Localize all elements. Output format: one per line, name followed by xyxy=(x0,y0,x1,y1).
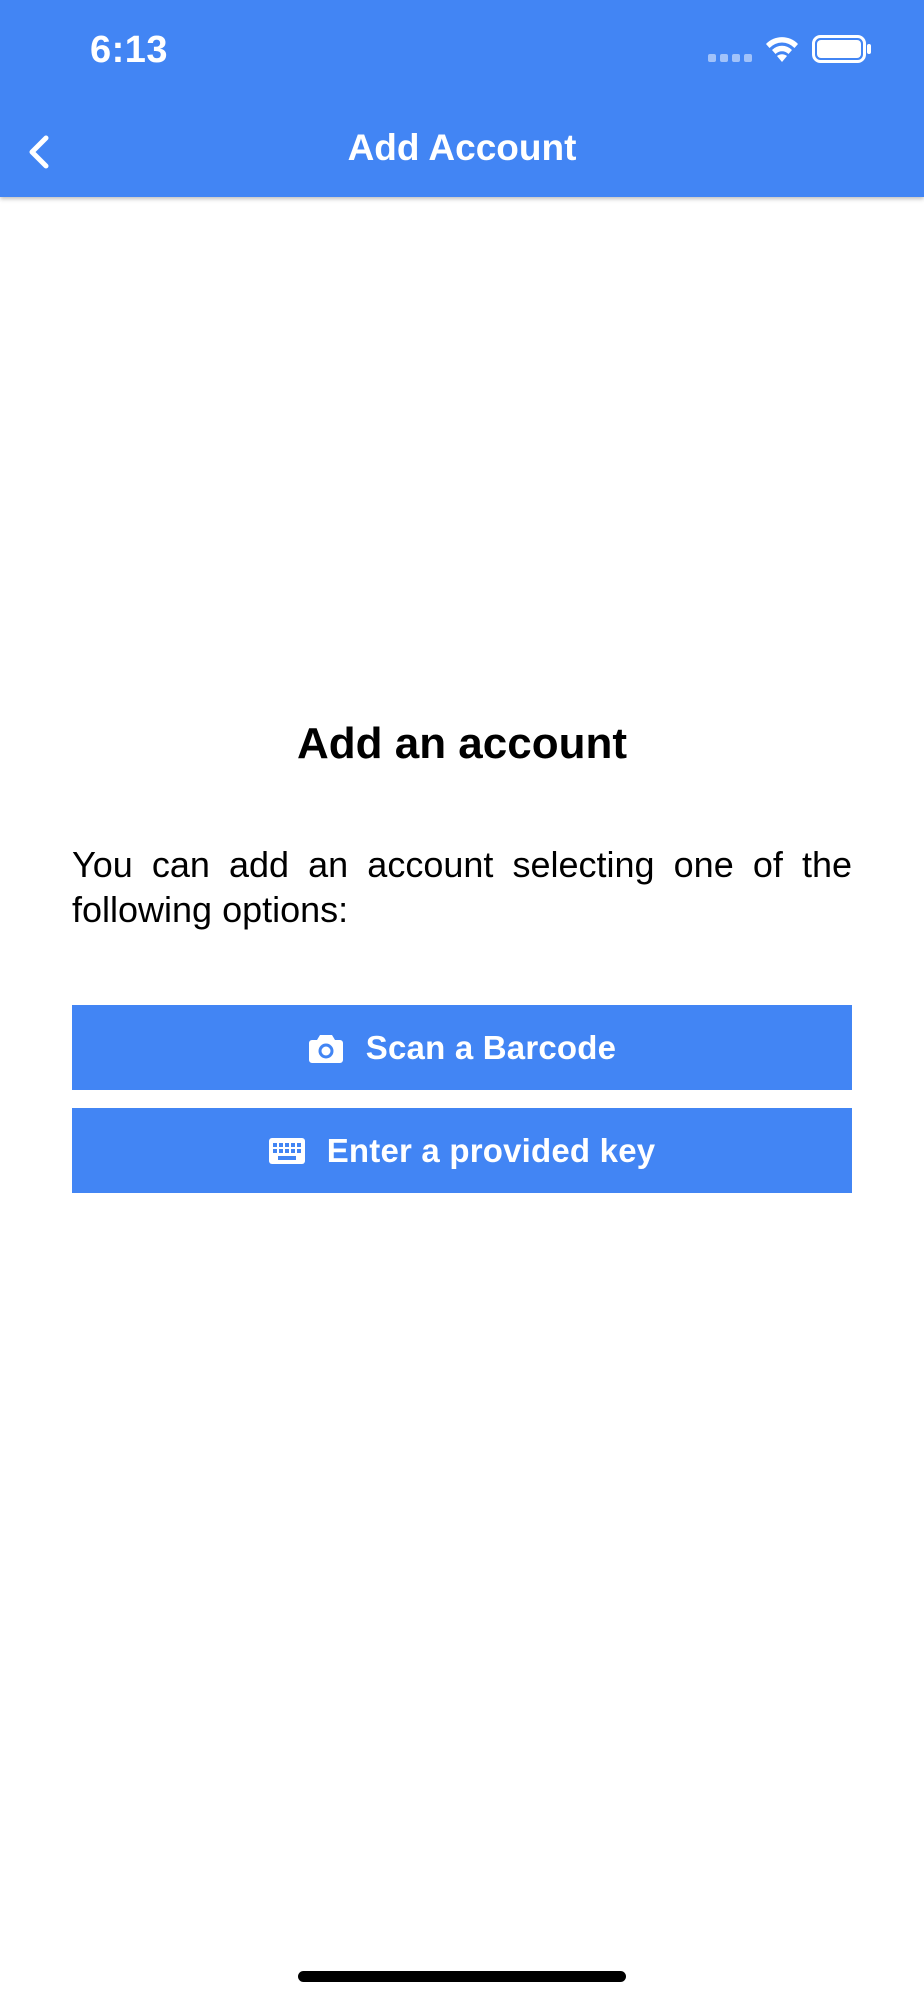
page-title: Add Account xyxy=(347,127,577,168)
battery-icon xyxy=(812,35,871,63)
keyboard-icon xyxy=(268,1137,305,1164)
section-title: Add an account xyxy=(296,719,628,768)
scan-barcode-label: Scan a Barcode xyxy=(365,1028,617,1066)
enter-key-label: Enter a provided key xyxy=(326,1131,656,1169)
status-time: 6:13 xyxy=(90,29,169,71)
cellular-signal-icon xyxy=(708,54,752,62)
instructions-text: You can add an account selecting one of … xyxy=(72,844,852,930)
scan-barcode-button[interactable]: Scan a Barcode xyxy=(72,1005,852,1090)
home-indicator xyxy=(298,1971,626,1982)
app-header: 6:13 Add Account xyxy=(0,0,924,197)
wifi-icon xyxy=(766,37,798,62)
enter-key-button[interactable]: Enter a provided key xyxy=(72,1108,852,1193)
camera-icon xyxy=(308,1032,344,1064)
status-icons xyxy=(708,34,878,66)
